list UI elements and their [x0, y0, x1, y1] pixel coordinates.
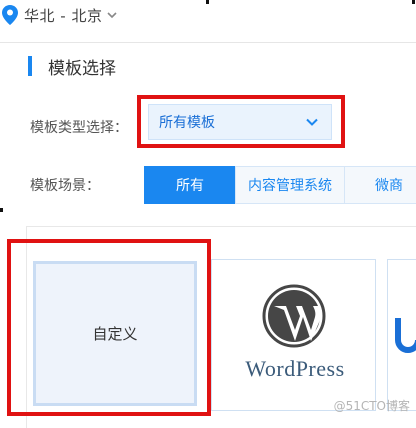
- tab-cms[interactable]: 内容管理系统: [235, 166, 345, 204]
- location-pin-icon: [2, 5, 18, 25]
- template-selection-page: 华北 - 北京 模板选择 模板类型选择： 所有模板 模板场景： 所有 内容管理系…: [0, 0, 416, 428]
- template-card-wordpress[interactable]: WordPress: [211, 259, 376, 411]
- template-logo-icon: [395, 318, 416, 353]
- template-type-value: 所有模板: [159, 115, 215, 131]
- section-title: 模板选择: [48, 59, 116, 79]
- region-selector[interactable]: 华北 - 北京: [0, 0, 118, 30]
- watermark: @51CTO博客: [333, 399, 410, 413]
- stray-mark: [206, 0, 209, 4]
- template-type-label: 模板类型选择：: [30, 120, 128, 136]
- template-scene-label: 模板场景：: [30, 178, 100, 194]
- section-title-accent: [28, 56, 32, 76]
- chevron-down-icon: [107, 12, 118, 19]
- template-type-select[interactable]: 所有模板: [148, 104, 332, 140]
- region-label: 华北 - 北京: [24, 6, 103, 25]
- template-card-partial[interactable]: [387, 259, 416, 411]
- divider: [0, 42, 416, 43]
- tab-wechat-shop[interactable]: 微商: [344, 166, 416, 204]
- wordpress-logo-icon: [262, 284, 326, 348]
- scene-tabs: 所有 内容管理系统 微商: [144, 166, 416, 204]
- stray-mark: [0, 208, 3, 212]
- stray-mark: [412, 0, 415, 4]
- tab-all[interactable]: 所有: [144, 166, 236, 204]
- annotation-highlight-box: [7, 239, 211, 416]
- wordpress-wordmark: WordPress: [245, 356, 345, 381]
- chevron-down-icon: [306, 118, 318, 126]
